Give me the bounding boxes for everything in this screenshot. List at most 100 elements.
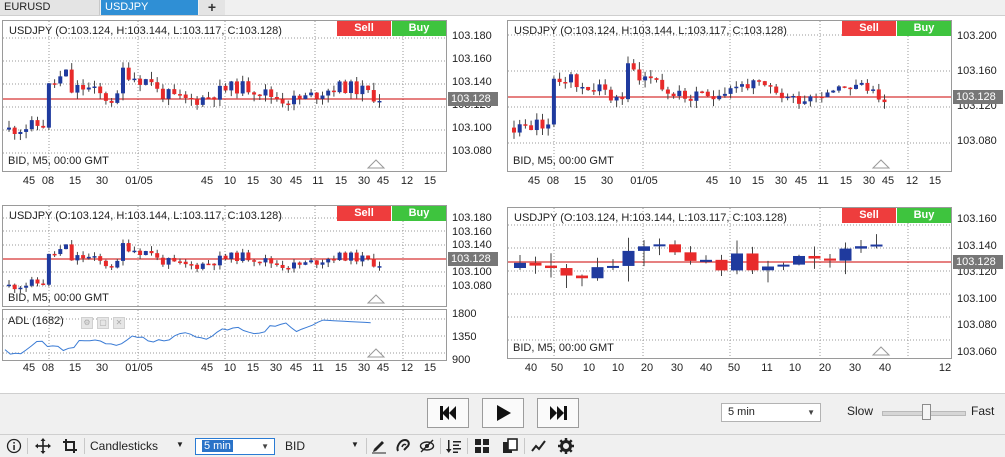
candle xyxy=(569,71,573,88)
indicator-settings-icon[interactable]: ⚙ xyxy=(81,317,93,329)
candle xyxy=(734,81,739,93)
chart-plot-3[interactable]: USDJPY (O:103.124, H:103.144, L:103.117,… xyxy=(2,205,447,307)
candle xyxy=(75,80,80,100)
step-back-button[interactable] xyxy=(427,398,469,428)
playback-timeframe-select[interactable]: 5 min ▼ xyxy=(721,403,821,422)
candle xyxy=(35,277,40,287)
candle xyxy=(178,89,182,99)
crosshair-icon[interactable] xyxy=(35,438,51,454)
candle xyxy=(831,89,836,93)
time-tick-label: 15 xyxy=(334,175,348,187)
candle xyxy=(671,92,676,99)
time-tick-label: 45 xyxy=(289,362,303,374)
indicator-icon[interactable] xyxy=(531,438,547,454)
candle xyxy=(212,96,217,107)
adl-indicator-plot[interactable]: ADL (1682) ⚙ ▢ ✕ xyxy=(2,309,447,361)
grid-icon[interactable] xyxy=(474,438,490,454)
tab-usdjpy[interactable]: USDJPY xyxy=(101,0,198,15)
price-tick-label: 103.100 xyxy=(452,266,492,278)
info-icon[interactable] xyxy=(6,438,22,454)
candle xyxy=(240,248,245,263)
candle xyxy=(326,88,331,103)
chart-plot-2[interactable]: USDJPY (O:103.124, H:103.144, L:103.117,… xyxy=(507,20,952,172)
sell-button[interactable]: Sell xyxy=(842,208,896,223)
candle xyxy=(109,264,114,271)
chart-plot-4[interactable]: USDJPY (O:103.124, H:103.144, L:103.117,… xyxy=(507,207,952,359)
candle xyxy=(183,259,188,268)
candle xyxy=(715,254,728,276)
candlestick-chart-1[interactable] xyxy=(3,21,446,171)
candle xyxy=(257,261,262,266)
speed-slider-thumb[interactable] xyxy=(922,404,932,420)
candlestick-chart-2[interactable] xyxy=(508,21,951,171)
step-forward-button[interactable] xyxy=(537,398,579,428)
sort-icon[interactable] xyxy=(446,438,462,454)
sell-button[interactable]: Sell xyxy=(337,206,391,221)
bid-info-label: BID, M5, 00:00 GMT xyxy=(8,155,109,167)
scroll-marker-icon[interactable] xyxy=(366,159,386,169)
candle xyxy=(791,93,796,104)
candle xyxy=(200,95,205,108)
tab-eurusd[interactable]: EURUSD xyxy=(0,0,100,15)
candle xyxy=(46,253,51,287)
candle xyxy=(7,280,11,288)
pencil-icon[interactable] xyxy=(371,438,387,454)
buy-button[interactable]: Buy xyxy=(392,21,446,36)
scroll-marker-icon[interactable] xyxy=(871,159,891,169)
time-tick-label: 15 xyxy=(68,175,82,187)
chart-plot-1[interactable]: USDJPY (O:103.124, H:103.144, L:103.117,… xyxy=(2,20,447,172)
buy-button[interactable]: Buy xyxy=(897,21,951,36)
price-tick-label: 103.160 xyxy=(452,225,492,238)
candle xyxy=(529,256,542,274)
candle xyxy=(269,86,274,104)
scroll-marker-icon[interactable] xyxy=(871,346,891,356)
candle xyxy=(195,96,200,110)
time-tick-label: 15 xyxy=(751,175,765,187)
candle xyxy=(603,79,608,95)
price-type-select[interactable]: BID ▼ xyxy=(285,439,365,455)
time-tick-label: 30 xyxy=(862,175,876,187)
candle xyxy=(138,75,143,92)
candlestick-chart-4[interactable] xyxy=(508,208,951,358)
scroll-marker-icon[interactable] xyxy=(366,294,386,304)
add-tab-button[interactable]: + xyxy=(199,0,225,15)
timeframe-select[interactable]: 5 min ▼ xyxy=(195,438,275,455)
candle xyxy=(303,92,308,100)
candle xyxy=(331,255,336,264)
buy-button[interactable]: Buy xyxy=(897,208,951,223)
indicator-close-icon[interactable]: ✕ xyxy=(113,317,125,329)
candle xyxy=(354,249,359,265)
adl-indicator-label: ADL (1682) xyxy=(8,315,64,327)
time-tick-label: 45 xyxy=(376,175,390,187)
time-tick-label: 40 xyxy=(524,362,538,374)
candle xyxy=(252,91,257,102)
indicator-copy-icon[interactable]: ▢ xyxy=(97,317,109,329)
candle xyxy=(637,62,642,85)
copy-icon[interactable] xyxy=(502,438,518,454)
time-tick-label: 10 xyxy=(582,362,596,374)
candle xyxy=(320,259,325,269)
candle xyxy=(622,237,635,282)
sell-button[interactable]: Sell xyxy=(842,21,896,36)
candle xyxy=(354,76,359,99)
sell-button[interactable]: Sell xyxy=(337,21,391,36)
candle xyxy=(745,78,750,91)
candle xyxy=(297,261,302,269)
chart-type-select[interactable]: Candlesticks ▼ xyxy=(90,439,190,455)
symbol-ohlc-label: USDJPY (O:103.124, H:103.144, L:103.117,… xyxy=(9,25,282,37)
candle xyxy=(235,78,239,99)
toolbar-separator xyxy=(440,438,441,454)
price-tick-label: 103.140 xyxy=(452,239,492,251)
adl-indicator-chart[interactable] xyxy=(3,310,446,360)
crop-icon[interactable] xyxy=(62,438,78,454)
candle xyxy=(7,120,11,132)
gear-icon[interactable] xyxy=(558,438,574,454)
eye-hidden-icon[interactable] xyxy=(419,438,435,454)
magnet-icon[interactable] xyxy=(395,438,411,454)
candle xyxy=(269,256,274,268)
time-tick-label: 40 xyxy=(699,362,713,374)
buy-button[interactable]: Buy xyxy=(392,206,446,221)
time-tick-label: 20 xyxy=(640,362,654,374)
play-button[interactable] xyxy=(482,398,524,428)
time-tick-label: 30 xyxy=(357,362,371,374)
